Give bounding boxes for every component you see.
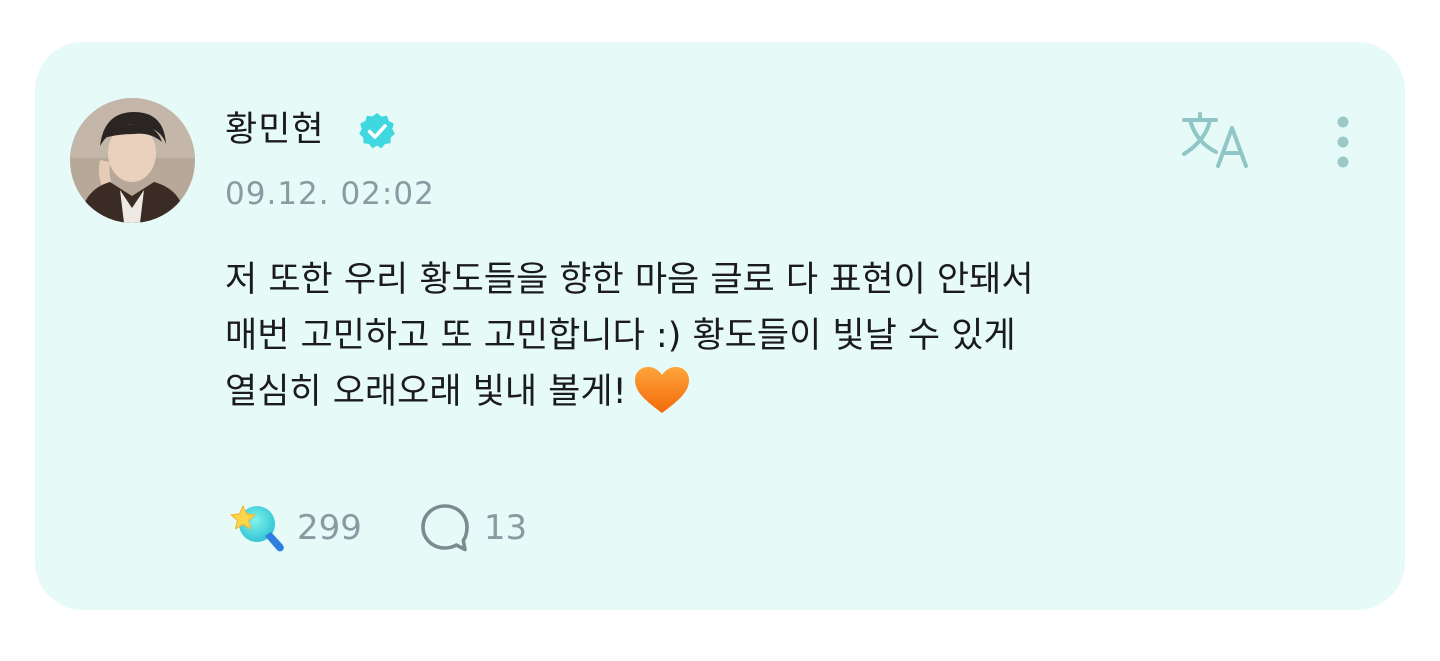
reaction-bar: 299 13 bbox=[225, 502, 527, 554]
comment-bubble-icon bbox=[421, 504, 469, 552]
avatar[interactable] bbox=[70, 98, 195, 223]
like-button[interactable]: 299 bbox=[225, 500, 362, 556]
post-body-line: 저 또한 우리 황도들을 향한 마음 글로 다 표현이 안돼서 bbox=[225, 260, 1034, 300]
avatar-image bbox=[70, 98, 195, 223]
like-count: 299 bbox=[297, 508, 362, 548]
more-vertical-icon[interactable] bbox=[1320, 110, 1366, 174]
verified-badge-icon bbox=[359, 113, 395, 149]
post-body-line-text: 열심히 오래오래 빛내 볼게! bbox=[225, 372, 627, 412]
post-body: 저 또한 우리 황도들을 향한 마음 글로 다 표현이 안돼서 매번 고민하고 … bbox=[225, 252, 1345, 420]
post-card: 황민현 09.12. 02:02 저 또한 우리 황도들을 향한 마음 글로 다… bbox=[35, 42, 1405, 610]
post-timestamp: 09.12. 02:02 bbox=[225, 176, 435, 212]
comment-button[interactable]: 13 bbox=[418, 501, 527, 555]
translate-icon[interactable] bbox=[1180, 108, 1256, 172]
comment-count: 13 bbox=[483, 508, 528, 548]
orange-heart-icon bbox=[634, 367, 689, 413]
author-name[interactable]: 황민현 bbox=[225, 106, 325, 154]
post-body-line-last: 열심히 오래오래 빛내 볼게! bbox=[225, 364, 1345, 420]
star-lightstick-icon bbox=[230, 505, 284, 552]
post-body-line: 매번 고민하고 또 고민합니다 :) 황도들이 빛날 수 있게 bbox=[225, 316, 1016, 356]
